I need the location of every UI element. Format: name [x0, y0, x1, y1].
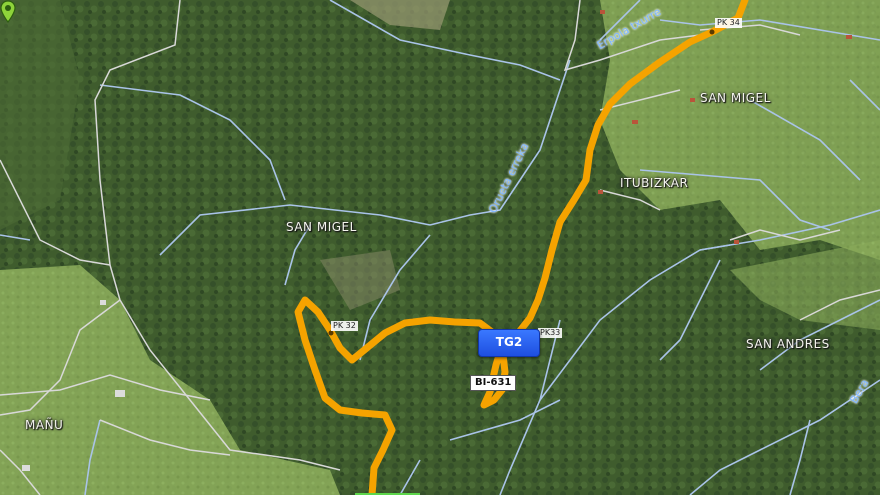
location-pin-icon[interactable] [0, 0, 16, 24]
pk32-marker-dot [328, 330, 334, 336]
pk32-label: PK 32 [331, 321, 358, 331]
pk33-label: PK33 [538, 328, 563, 338]
map-terrain [0, 0, 880, 495]
place-label-manu: MAÑU [25, 418, 64, 432]
place-label-san-andres: SAN ANDRES [746, 337, 830, 351]
place-label-itubizkar: ITUBIZKAR [620, 176, 689, 190]
road-code-badge: BI-631 [470, 375, 517, 391]
map-view[interactable]: SAN MIGEL SAN MIGEL ITUBIZKAR SAN ANDRES… [0, 0, 880, 495]
pk34-label: PK 34 [715, 18, 742, 28]
place-label-san-migel: SAN MIGEL [286, 220, 357, 234]
pk34-marker-dot [709, 29, 715, 35]
tg2-marker-label[interactable]: TG2 [478, 329, 540, 357]
place-label-san-migel-north: SAN MIGEL [700, 91, 771, 105]
